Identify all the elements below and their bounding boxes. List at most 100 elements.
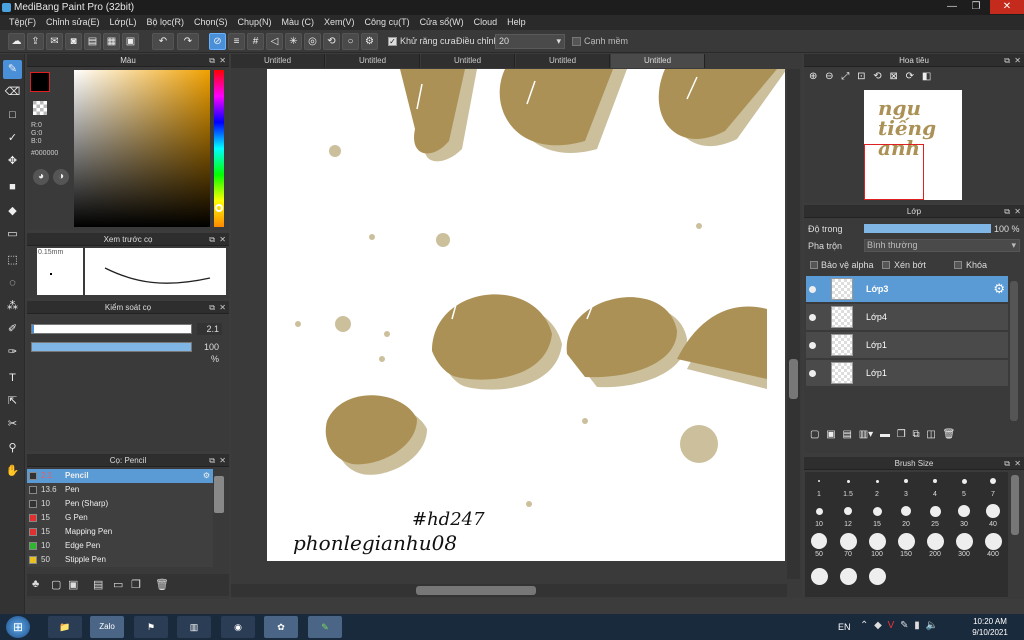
brush-size-option[interactable]: 10 — [805, 502, 833, 528]
undock-icon[interactable]: ⧉ — [1004, 54, 1010, 67]
layer-row[interactable]: Lớp4 — [806, 304, 1008, 331]
cloud-icon[interactable]: ☁ — [8, 33, 25, 50]
menu-view[interactable]: Xem(V) — [319, 15, 360, 30]
visibility-eye-icon[interactable] — [809, 286, 816, 293]
brush-tool-icon[interactable]: ✎ — [3, 60, 22, 79]
brush-opacity-slider[interactable] — [31, 342, 192, 352]
brush-size-option[interactable]: 30 — [950, 502, 978, 528]
brush-size-option[interactable]: 20 — [892, 502, 920, 528]
duplicate-layer-icon[interactable]: ❐ — [897, 429, 906, 440]
redo-icon[interactable]: ↷ — [177, 33, 199, 50]
folder-icon[interactable]: ▭ — [113, 578, 123, 591]
duplicate-icon[interactable]: ❐ — [131, 578, 141, 591]
brush-opacity-value[interactable]: 100 % — [197, 341, 222, 364]
snap-settings-icon[interactable]: ⚙ — [361, 33, 378, 50]
tray-antivirus-icon[interactable]: V — [888, 620, 895, 631]
menu-file[interactable]: Tệp(F) — [4, 15, 41, 30]
soft-edge-checkbox[interactable] — [572, 37, 581, 46]
brush-item[interactable]: 10 Edge Pen — [27, 539, 213, 553]
brush-item[interactable]: 15 Mapping Pen — [27, 525, 213, 539]
brush-size-option[interactable]: 25 — [921, 502, 949, 528]
doc-tab-3[interactable]: Untitled — [421, 54, 515, 68]
comment-icon[interactable]: ✉ — [46, 33, 63, 50]
antialias-checkbox[interactable]: ✓ — [388, 37, 397, 46]
menu-help[interactable]: Help — [502, 15, 531, 30]
fit-icon[interactable]: ⤢ — [841, 71, 849, 82]
vertical-scroll-thumb[interactable] — [789, 359, 798, 399]
layers-scrollbar[interactable] — [1010, 281, 1018, 421]
undock-icon[interactable]: ⧉ — [209, 301, 215, 314]
snap-off-icon[interactable]: ⊘ — [209, 33, 226, 50]
brush-size-option[interactable]: 4 — [921, 472, 949, 498]
doc-tab-4[interactable]: Untitled — [516, 54, 610, 68]
doc-tab-2[interactable]: Untitled — [326, 54, 420, 68]
magic-wand-tool-icon[interactable]: ⁂ — [3, 297, 22, 316]
undock-icon[interactable]: ⧉ — [1004, 205, 1010, 218]
rotate-right-icon[interactable]: ⟳ — [906, 71, 914, 82]
brush-size-option[interactable]: 100 — [863, 532, 891, 558]
drawing-canvas[interactable]: #hd247 phonlegianhu08 — [267, 69, 785, 561]
fill-rect-tool-icon[interactable]: ■ — [3, 178, 22, 197]
minimize-button[interactable]: — — [942, 0, 962, 14]
navigator-thumbnail[interactable]: ngu tiếng anh — [864, 90, 962, 200]
clipping-checkbox[interactable] — [882, 261, 890, 269]
menu-capture[interactable]: Chụp(N) — [233, 15, 277, 30]
snap-grid-icon[interactable]: # — [247, 33, 264, 50]
menu-tools[interactable]: Công cụ(T) — [360, 15, 415, 30]
palette-icon[interactable]: ◕ — [33, 169, 49, 185]
merge-layer-icon[interactable]: ⧉ — [912, 429, 919, 440]
chat-icon[interactable]: ◙ — [65, 33, 82, 50]
bucket-tool-icon[interactable]: ◆ — [3, 202, 22, 221]
menu-edit[interactable]: Chỉnh sửa(E) — [41, 15, 105, 30]
language-indicator[interactable]: EN — [838, 622, 851, 632]
layer-row[interactable]: Lớp1 — [806, 360, 1008, 387]
chrome-icon[interactable]: ◉ — [221, 616, 255, 638]
brush-size-option[interactable]: 15 — [863, 502, 891, 528]
tray-app-icon[interactable]: ◆ — [874, 620, 882, 631]
new-halftone-layer-icon[interactable]: ▣ — [826, 429, 835, 440]
add-layer-menu-icon[interactable]: ▥▾ — [859, 429, 873, 440]
close-icon[interactable]: ✕ — [1014, 205, 1021, 218]
brush-size-option[interactable]: 2 — [863, 472, 891, 498]
gradient-tool-icon[interactable]: ▭ — [3, 225, 22, 244]
zalo-icon[interactable]: Zalo — [90, 616, 124, 638]
brush-item[interactable]: 50 Stipple Pen — [27, 553, 213, 567]
snap-ring-icon[interactable]: ○ — [342, 33, 359, 50]
close-icon[interactable]: ✕ — [1014, 457, 1021, 470]
view-rect[interactable] — [864, 144, 924, 200]
trash-icon[interactable]: 🗑 — [155, 578, 169, 591]
tool-app-icon[interactable]: ⚑ — [134, 616, 168, 638]
brush-size-option[interactable]: 1 — [805, 472, 833, 498]
close-icon[interactable]: ✕ — [219, 54, 226, 67]
doc-tab-1[interactable]: Untitled — [231, 54, 325, 68]
grid-list-icon[interactable]: ▦ — [103, 33, 120, 50]
notes-app-icon[interactable]: ▥ — [177, 616, 211, 638]
snap-circle-icon[interactable]: ◎ — [304, 33, 321, 50]
lasso-tool-icon[interactable]: ◌ — [3, 274, 22, 293]
brush-size-option[interactable]: 1.5 — [834, 472, 862, 498]
new-layer-icon[interactable]: ▢ — [810, 429, 819, 440]
menu-window[interactable]: Cửa sổ(W) — [415, 15, 469, 30]
eyedropper-tool-icon[interactable]: ⚲ — [3, 439, 22, 458]
menu-select[interactable]: Chọn(S) — [189, 15, 233, 30]
brush-size-option[interactable]: 50 — [805, 532, 833, 558]
menu-layer[interactable]: Lớp(L) — [105, 15, 142, 30]
brush-size-option[interactable]: 5 — [950, 472, 978, 498]
brush-size-slider[interactable] — [31, 324, 192, 334]
text-tool-icon[interactable]: T — [3, 369, 22, 388]
start-button[interactable]: ⊞ — [6, 616, 30, 638]
close-icon[interactable]: ✕ — [219, 301, 226, 314]
zoom-out-icon[interactable]: ⊖ — [825, 71, 833, 82]
close-button[interactable]: ✕ — [990, 0, 1024, 14]
tray-up-arrow-icon[interactable]: ⌃ — [860, 620, 868, 631]
adjust-select[interactable]: 20 ▾ — [495, 34, 565, 49]
delete-layer-icon[interactable]: 🗑 — [943, 429, 956, 440]
tray-pen-icon[interactable]: ✎ — [900, 620, 908, 631]
cloud-brush-icon[interactable]: ♣ — [32, 578, 39, 590]
network-icon[interactable]: ▮ — [914, 620, 920, 631]
snap-curve-icon[interactable]: ⟲ — [323, 33, 340, 50]
brush-size-large-dot[interactable] — [840, 568, 857, 585]
rotate-left-icon[interactable]: ⟲ — [873, 71, 881, 82]
flip-icon[interactable]: ◧ — [922, 71, 931, 82]
undock-icon[interactable]: ⧉ — [209, 233, 215, 246]
